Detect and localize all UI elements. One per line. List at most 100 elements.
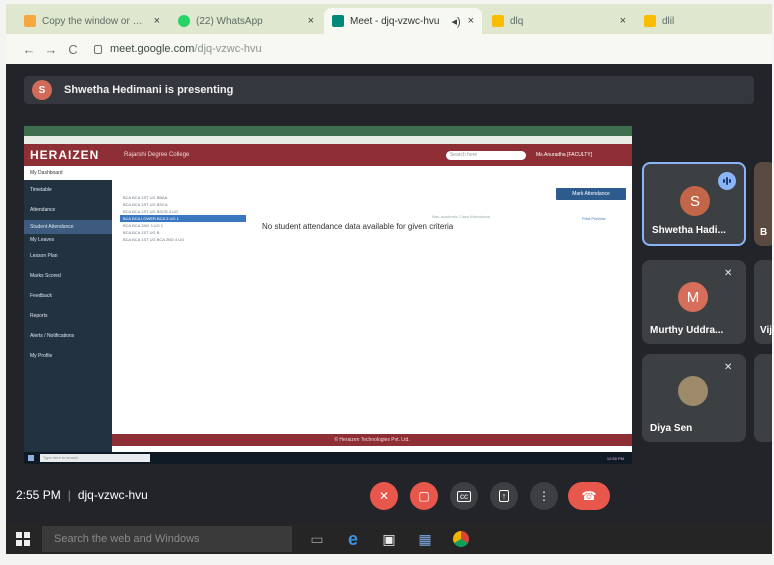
participant-name: Shwetha Hadi...: [652, 225, 726, 236]
shared-sidebar-item: Student Attendance: [24, 220, 112, 234]
participant-avatar: S: [680, 186, 710, 216]
present-icon: ↑: [498, 490, 510, 502]
dropdown-option: BCA BCA 1ST UG BBAA: [123, 195, 168, 200]
participant-tile[interactable]: S Shwetha Hadi...: [642, 162, 746, 246]
participant-tile[interactable]: ✕ Diya Sen: [642, 354, 746, 442]
participant-tile[interactable]: B: [754, 162, 772, 246]
mark-attendance-button: Mark Attendance: [556, 188, 626, 200]
address-bar: ← → C meet.google.com/djq-vzwc-hvu: [6, 34, 772, 64]
presenting-text: Shwetha Hedimani is presenting: [64, 84, 234, 96]
tab-dlil[interactable]: dlil: [636, 8, 772, 34]
meet-icon: [332, 15, 344, 27]
presenting-banner: S Shwetha Hedimani is presenting: [24, 76, 754, 104]
more-options-button[interactable]: ⋮: [530, 482, 558, 510]
chrome-icon[interactable]: [450, 528, 472, 550]
browser-tab-strip: Copy the window or scr... × (22) WhatsAp…: [6, 4, 772, 34]
shared-dropdown: BCA BCA 1ST UG BBAA BCA BCA 1ST UG BSCA …: [120, 194, 246, 243]
presenter-avatar: S: [32, 80, 52, 100]
shared-taskbar-search: Type here to search: [40, 454, 150, 462]
shared-sidebar-item: My Dashboard: [24, 166, 112, 180]
tab-whatsapp[interactable]: (22) WhatsApp ×: [170, 8, 322, 34]
tab-copy-window[interactable]: Copy the window or scr... ×: [16, 8, 168, 34]
tab-meet[interactable]: Meet - djq-vzwc-hvu ◂) ×: [324, 8, 482, 34]
shared-app-header: HERAIZEN Rajarshi Degree College Search …: [24, 144, 632, 166]
windows-start-icon[interactable]: [12, 528, 34, 550]
forward-icon[interactable]: →: [40, 42, 62, 57]
shared-browser-tabs: [24, 126, 632, 136]
dropdown-option: BCA BCA 1ST UG BCA 2ND 4 UG: [123, 237, 185, 242]
dropdown-option: BCA BCA 1ST UG B: [123, 230, 160, 235]
participant-tile[interactable]: ✕ M Murthy Uddra...: [642, 260, 746, 344]
shared-clock: 12:55 PM: [606, 455, 624, 461]
screen-root: Copy the window or scr... × (22) WhatsAp…: [6, 4, 772, 554]
reload-icon[interactable]: C: [62, 42, 84, 57]
meeting-time: 2:55 PM: [16, 488, 61, 502]
url-field[interactable]: meet.google.com/djq-vzwc-hvu: [94, 43, 262, 55]
camera-off-icon: ▢: [418, 489, 430, 503]
windows-search-input[interactable]: Search the web and Windows: [42, 526, 292, 552]
hang-up-icon: ☎: [581, 489, 597, 503]
captions-button[interactable]: cc: [450, 482, 478, 510]
speaking-indicator-icon: [718, 172, 736, 190]
mic-off-icon: ✕: [378, 489, 390, 503]
back-icon[interactable]: ←: [18, 42, 40, 57]
shared-main: BCA BCA 1ST UG BBAA BCA BCA 1ST UG BSCA …: [112, 166, 632, 452]
shared-sidebar-item: Lesson Plan: [30, 253, 58, 259]
participant-name: B: [760, 227, 768, 238]
shared-sidebar-item: Marks Scored: [30, 273, 61, 279]
shared-address-bar: [24, 136, 632, 144]
meet-stage: S Shwetha Hedimani is presenting HERAIZE…: [6, 64, 772, 524]
shared-user: Ms.Anuradha [FACULTY]: [535, 152, 592, 158]
participant-avatar: M: [678, 282, 708, 312]
shared-sidebar-item: Reports: [30, 313, 48, 319]
participant-tile[interactable]: Vij: [754, 260, 772, 344]
mic-toggle-button[interactable]: ✕: [370, 482, 398, 510]
close-icon[interactable]: ×: [302, 15, 314, 27]
mic-off-icon: ✕: [724, 268, 733, 279]
shared-sidebar-item: Alerts / Notifications: [30, 333, 75, 339]
more-vert-icon: ⋮: [538, 489, 550, 503]
edge-icon[interactable]: e: [342, 528, 364, 550]
whatsapp-icon: [178, 15, 190, 27]
tab-dlq[interactable]: dlq ×: [484, 8, 634, 34]
windows-icon: [28, 455, 34, 461]
meeting-code: djq-vzwc-hvu: [77, 488, 148, 502]
shared-footer: © Heraizen Technologies Pvt. Ltd.: [112, 434, 632, 446]
shared-search: Search here: [445, 150, 526, 160]
store-icon[interactable]: ▣: [378, 528, 400, 550]
close-icon[interactable]: ×: [148, 15, 160, 27]
close-icon[interactable]: ×: [462, 15, 474, 27]
no-data-message: No student attendance data available for…: [262, 222, 454, 231]
audio-icon: ◂): [451, 15, 461, 28]
mic-off-icon: ✕: [724, 362, 733, 373]
shared-sidebar-item: Feedback: [30, 293, 52, 299]
lock-icon: [94, 44, 102, 54]
heraizen-logo: HERAIZEN: [30, 148, 100, 162]
meeting-info: 2:55 PM | djq-vzwc-hvu: [16, 488, 148, 502]
present-button[interactable]: ↑: [490, 482, 518, 510]
tab-favicon-icon: [24, 15, 36, 27]
dropdown-option: BCA BCA 1ST UG BSCB 3 UG: [123, 209, 179, 214]
captions-icon: cc: [457, 490, 471, 502]
participant-name: Vij: [760, 325, 772, 336]
attendance-legend: Non-academic Class Attendance: [432, 214, 491, 219]
shared-sidebar: My Dashboard Timetable Attendance Studen…: [24, 166, 112, 452]
participant-name: Diya Sen: [650, 423, 693, 434]
college-name: Rajarshi Degree College: [124, 152, 190, 158]
camera-toggle-button[interactable]: ▢: [410, 482, 438, 510]
shared-taskbar: Type here to search 12:55 PM: [24, 452, 632, 464]
close-icon[interactable]: ×: [614, 15, 626, 27]
shared-screen: HERAIZEN Rajarshi Degree College Search …: [24, 126, 632, 464]
drive-icon: [644, 15, 656, 27]
participant-name: Murthy Uddra...: [650, 325, 724, 336]
shared-sidebar-item: Timetable: [30, 187, 52, 193]
drive-icon: [492, 15, 504, 27]
dropdown-option: BCA BCA 2ND 3 UG 1: [123, 223, 164, 228]
shared-sidebar-item: My Profile: [30, 353, 53, 359]
teams-icon[interactable]: ▦: [414, 528, 436, 550]
task-view-icon[interactable]: ▭: [306, 528, 328, 550]
leave-call-button[interactable]: ☎: [568, 482, 610, 510]
dropdown-option: BCA BCA 1ST UG BSCA: [123, 202, 168, 207]
windows-taskbar: Search the web and Windows ▭ e ▣ ▦: [6, 524, 772, 554]
participant-tile[interactable]: [754, 354, 772, 442]
